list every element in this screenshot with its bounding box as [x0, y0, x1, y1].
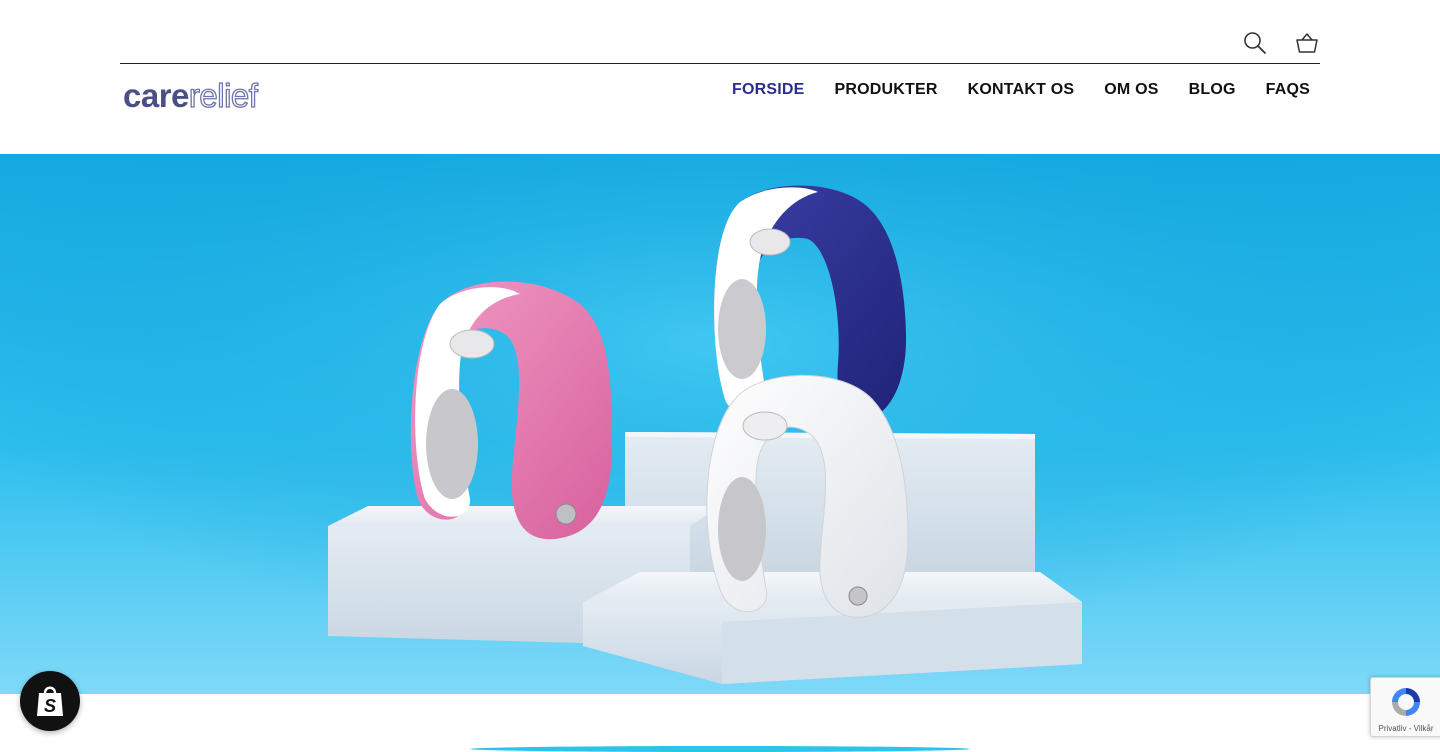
main-nav: FORSIDE PRODUKTER KONTAKT OS OM OS BLOG … [732, 80, 1310, 100]
shopify-bag-icon[interactable]: S [20, 671, 80, 731]
hero-banner [0, 154, 1440, 694]
recaptcha-privacy-link[interactable]: Privatliv [1378, 724, 1406, 733]
recaptcha-badge[interactable]: Privatliv - Vilkår [1370, 677, 1440, 737]
recaptcha-links: Privatliv - Vilkår [1371, 724, 1440, 733]
site-header: carerelief FORSIDE PRODUKTER KONTAKT OS … [0, 0, 1440, 154]
hero-image [0, 154, 1440, 694]
search-icon[interactable] [1242, 30, 1268, 56]
nav-faqs[interactable]: FAQS [1266, 80, 1310, 100]
nav-kontakt-os[interactable]: KONTAKT OS [968, 80, 1075, 100]
next-section [0, 694, 1440, 752]
nav-produkter[interactable]: PRODUKTER [835, 80, 938, 100]
header-divider [120, 63, 1320, 64]
carerelief-logo[interactable]: carerelief [123, 76, 259, 116]
recaptcha-icon [1392, 688, 1420, 716]
nav-blog[interactable]: BLOG [1189, 80, 1236, 100]
next-section-peek [470, 746, 970, 752]
svg-text:S: S [44, 696, 56, 716]
recaptcha-separator: - [1408, 724, 1412, 733]
header-utilities [1242, 30, 1320, 56]
nav-om-os[interactable]: OM OS [1104, 80, 1158, 100]
logo-text-relief: relief [188, 76, 258, 114]
nav-forside[interactable]: FORSIDE [732, 80, 805, 100]
recaptcha-terms-link[interactable]: Vilkår [1414, 724, 1434, 733]
logo-text-care: care [123, 77, 189, 114]
basket-icon[interactable] [1294, 30, 1320, 56]
